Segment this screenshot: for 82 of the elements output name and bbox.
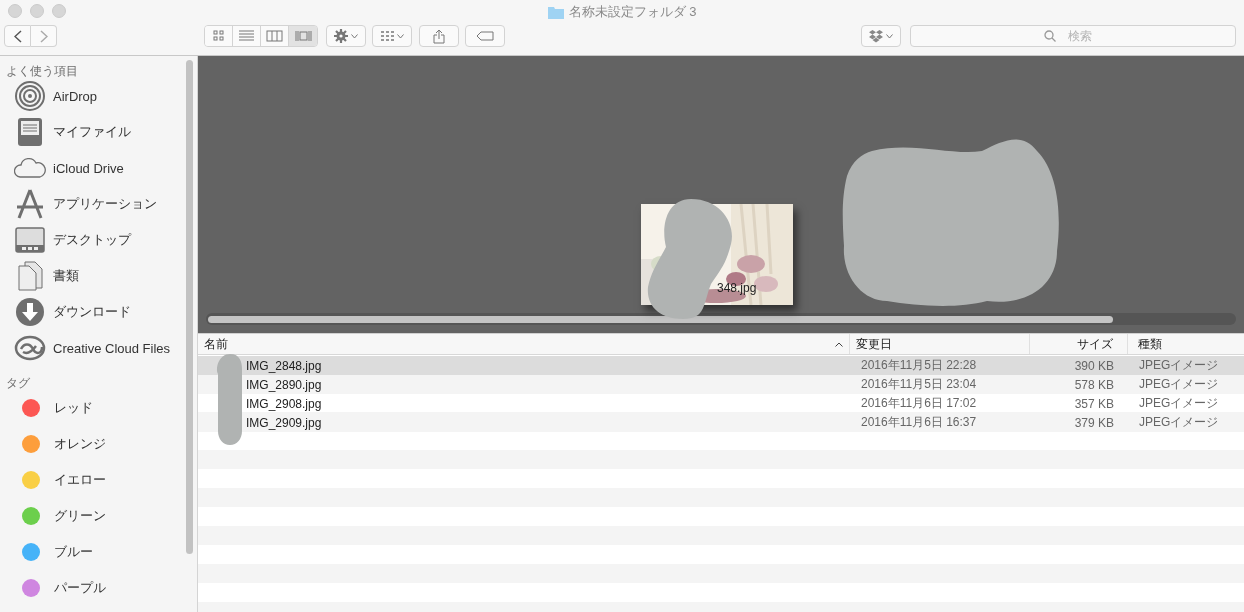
- sidebar-item[interactable]: マイファイル: [0, 114, 197, 150]
- gear-icon: [334, 29, 348, 43]
- section-header: タグ: [5, 375, 31, 390]
- window-control-button[interactable]: [8, 4, 22, 18]
- scrollbar[interactable]: [206, 313, 1236, 325]
- file-row[interactable]: IMG_2848.jpg 2016年11月5日 22:28 390 KB JPEGイメージ: [198, 356, 1244, 375]
- table-cell-text: 357 KB: [1073, 396, 1115, 411]
- sidebar-item[interactable]: 書類: [0, 258, 197, 294]
- view-mode-button[interactable]: [289, 26, 317, 46]
- view-mode-button[interactable]: [205, 26, 233, 46]
- chevron-left-icon: [13, 29, 22, 43]
- dropbox-icon: [869, 29, 883, 43]
- chevron-right-icon: [39, 29, 48, 43]
- table-cell-text: 2016年11月6日 17:02: [860, 395, 978, 412]
- icon-view-icon: [210, 28, 227, 44]
- airdrop-icon: [14, 80, 46, 112]
- sidebar-tag[interactable]: グリーン: [0, 498, 197, 534]
- sidebar-tag[interactable]: オレンジ: [0, 426, 197, 462]
- cover-flow-icon: [294, 28, 312, 44]
- table-cell-text: 2016年11月5日 23:04: [860, 376, 978, 393]
- share-icon: [433, 28, 445, 44]
- search-icon: [1044, 30, 1056, 42]
- list-view-icon: [238, 28, 255, 44]
- sidebar-tag[interactable]: イエロー: [0, 462, 197, 498]
- sidebar-item[interactable]: AirDrop: [0, 78, 197, 114]
- column-label: サイズ: [1077, 335, 1113, 353]
- table-cell-text: 2016年11月5日 22:28: [860, 357, 978, 374]
- chevron-down-icon: [886, 33, 893, 39]
- table-cell-text: IMG_2908.jpg: [245, 396, 323, 411]
- grid-icon: [380, 30, 394, 42]
- chevron-down-icon: [397, 33, 404, 39]
- search-field[interactable]: 検索: [910, 25, 1236, 47]
- table-cell-text: JPEGイメージ: [1138, 414, 1220, 431]
- window-control-button[interactable]: [52, 4, 66, 18]
- column-header[interactable]: 種類: [1128, 334, 1244, 354]
- window-control-button[interactable]: [30, 4, 44, 18]
- column-view-icon: [266, 28, 283, 44]
- file-row[interactable]: IMG_2890.jpg 2016年11月5日 23:04 578 KB JPEGイメージ: [198, 375, 1244, 394]
- column-header[interactable]: 変更日: [850, 334, 1030, 354]
- action-menu-button[interactable]: [326, 25, 366, 47]
- file-row[interactable]: IMG_2908.jpg 2016年11月6日 17:02 357 KB JPEGイメージ: [198, 394, 1244, 413]
- dropbox-menu-button[interactable]: [861, 25, 901, 47]
- table-cell-text: IMG_2890.jpg: [245, 377, 323, 392]
- column-header[interactable]: サイズ: [1030, 334, 1128, 354]
- table-cell-text: 2016年11月6日 16:37: [860, 414, 978, 431]
- table-cell-text: JPEGイメージ: [1138, 357, 1220, 374]
- sidebar-tag[interactable]: パープル: [0, 570, 197, 606]
- sidebar-item[interactable]: アプリケーション: [0, 186, 197, 222]
- table-cell-text: 390 KB: [1073, 358, 1115, 373]
- arrange-menu-button[interactable]: [372, 25, 412, 47]
- sidebar-tag[interactable]: ブルー: [0, 534, 197, 570]
- file-row[interactable]: IMG_2909.jpg 2016年11月6日 16:37 379 KB JPEGイメージ: [198, 413, 1244, 432]
- view-mode-button[interactable]: [261, 26, 289, 46]
- tag-icon: [476, 31, 494, 41]
- column-label: 変更日: [856, 335, 892, 353]
- sidebar-item[interactable]: デスクトップ: [0, 222, 197, 258]
- table-cell-text: IMG_2909.jpg: [245, 415, 323, 430]
- section-header: よく使う項目: [5, 63, 79, 78]
- column-label: 名前: [204, 335, 228, 353]
- app-store-icon: [14, 188, 46, 220]
- sidebar-item[interactable]: ダウンロード: [0, 294, 197, 330]
- folder-icon: [547, 5, 564, 19]
- column-label: 種類: [1138, 335, 1162, 353]
- share-button[interactable]: [419, 25, 459, 47]
- sidebar-tag[interactable]: レッド: [0, 390, 197, 426]
- desktop-icon: [14, 224, 46, 256]
- view-mode-button[interactable]: [233, 26, 261, 46]
- caret-icon: [835, 341, 843, 347]
- table-cell-text: 578 KB: [1073, 377, 1115, 392]
- tag-button[interactable]: [465, 25, 505, 47]
- chevron-down-icon: [351, 33, 358, 39]
- table-cell-text: JPEGイメージ: [1138, 395, 1220, 412]
- table-cell-text: 379 KB: [1073, 415, 1115, 430]
- back-button[interactable]: [4, 25, 31, 47]
- download-icon: [14, 296, 46, 328]
- sidebar-item[interactable]: iCloud Drive: [0, 150, 197, 186]
- scrollbar[interactable]: [186, 60, 193, 554]
- file-caption: 348.jpg: [717, 281, 757, 295]
- table-cell-text: IMG_2848.jpg: [245, 358, 323, 373]
- sidebar-item[interactable]: Creative Cloud Files: [0, 330, 197, 366]
- table-cell-text: JPEGイメージ: [1138, 376, 1220, 393]
- window-title: 名称未設定フォルダ 3: [568, 3, 697, 21]
